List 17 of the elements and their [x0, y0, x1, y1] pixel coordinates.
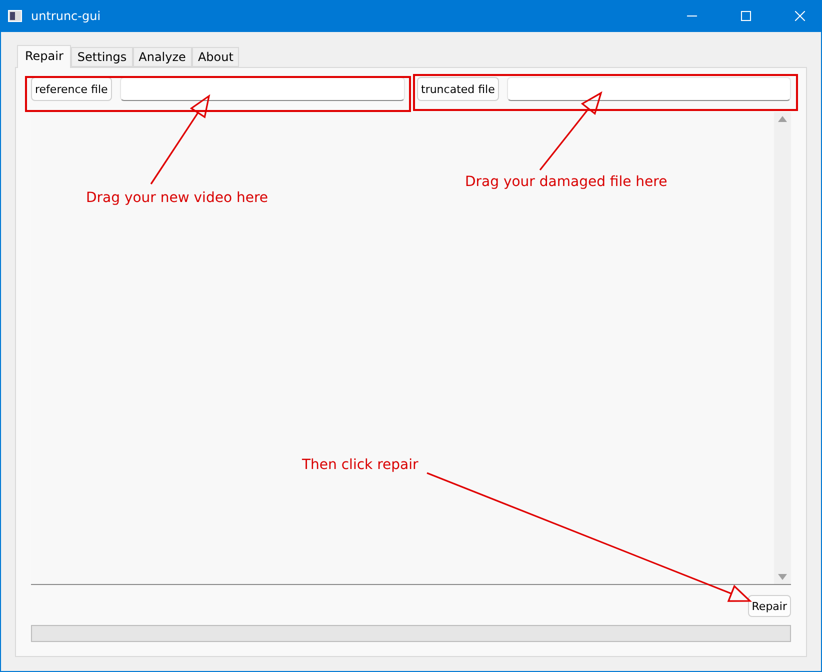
window-title: untrunc-gui [31, 9, 102, 23]
scroll-up-icon[interactable] [778, 116, 787, 122]
annotation-text: Drag your new video here [86, 190, 268, 206]
annotation-text: Then click repair [302, 457, 418, 473]
scrollbar[interactable] [774, 112, 791, 584]
file-button[interactable]: truncated file [417, 77, 499, 101]
scroll-down-icon[interactable] [778, 574, 787, 580]
tab[interactable]: Repair [17, 45, 72, 68]
app-icon [8, 10, 22, 22]
repair-button[interactable]: Repair [748, 595, 791, 617]
annotation-text: Drag your damaged file here [465, 174, 668, 190]
tab[interactable]: About [192, 47, 240, 67]
file-path-field[interactable] [506, 77, 791, 101]
tab[interactable]: Analyze [132, 47, 192, 67]
file-path-field[interactable] [120, 77, 405, 101]
tab[interactable]: Settings [71, 47, 133, 67]
file-button[interactable]: reference file [31, 77, 112, 101]
